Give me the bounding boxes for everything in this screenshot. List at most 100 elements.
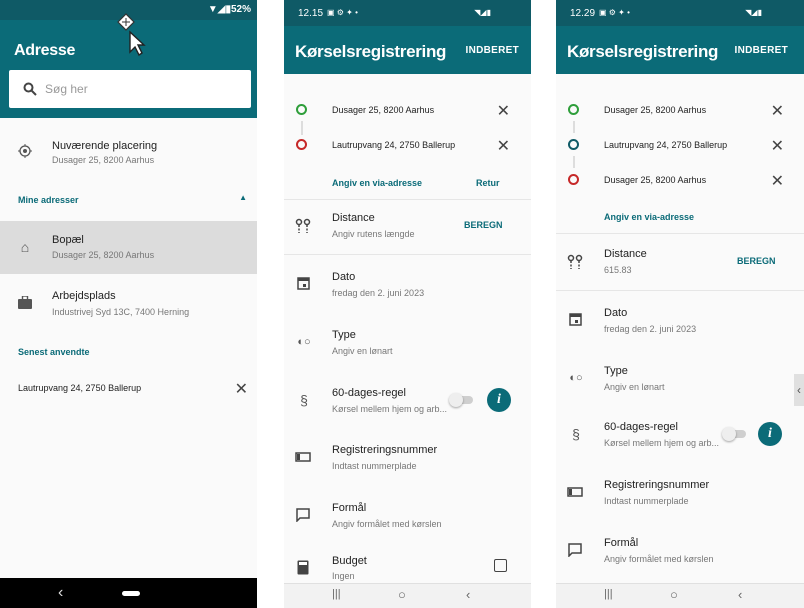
search-input[interactable]: Søg her	[45, 82, 88, 96]
rule60-row: § 60-dages-regel Kørsel mellem hjem og a…	[284, 380, 531, 420]
distance-label: Distance	[604, 248, 647, 260]
home-address: Dusager 25, 8200 Aarhus	[52, 250, 155, 260]
type-icon: ◐○	[569, 372, 583, 384]
registration-row[interactable]: Registreringsnummer Indtast nummerplade	[556, 472, 804, 512]
screen-adresse: ▼◢▮52% Adresse Søg her Nuværende placeri…	[0, 0, 257, 608]
rule60-label: 60-dages-regel	[604, 421, 678, 433]
calculate-button[interactable]: BEREGN	[464, 220, 503, 230]
paragraph-icon: §	[300, 392, 308, 408]
home-label: Bopæl	[52, 234, 84, 246]
status-bar: 12.29 ▣ ⚙ ✦ • ◥◢▮	[556, 0, 804, 26]
remove-address-icon[interactable]: ✕	[497, 101, 510, 121]
nav-recents-icon[interactable]: |||	[332, 588, 341, 600]
paragraph-icon: §	[572, 426, 580, 442]
home-address-row[interactable]: ⌂ Bopæl Dusager 25, 8200 Aarhus	[0, 221, 257, 274]
work-address-row[interactable]: Arbejdsplads Industrivej Syd 13C, 7400 H…	[0, 280, 257, 328]
submit-button[interactable]: INDBERET	[734, 45, 788, 56]
chevron-up-icon[interactable]: ▲	[239, 193, 247, 202]
side-panel-handle[interactable]: ‹	[794, 374, 804, 406]
remove-address-icon[interactable]: ✕	[771, 101, 784, 121]
my-addresses-header[interactable]: Mine adresser ▲	[0, 190, 257, 210]
nav-bar: ‹	[0, 578, 257, 608]
date-label: Dato	[604, 307, 628, 319]
app-bar: Kørselsregistrering INDBERET	[284, 26, 531, 74]
comment-icon	[568, 543, 582, 557]
type-row[interactable]: ◐○ Type Angiv en lønart	[284, 322, 531, 362]
purpose-row[interactable]: Formål Angiv formålet med kørslen	[284, 495, 531, 535]
purpose-value: Angiv formålet med kørslen	[604, 554, 714, 564]
nav-home-icon[interactable]: ○	[670, 587, 678, 602]
search-box[interactable]: Søg her	[9, 70, 251, 108]
divider	[284, 254, 531, 255]
page-title: Adresse	[14, 42, 76, 59]
divider	[556, 233, 804, 234]
budget-value: Ingen	[332, 571, 355, 581]
date-value: fredag den 2. juni 2023	[604, 324, 697, 334]
info-icon[interactable]: i	[487, 388, 511, 412]
registration-value: Indtast nummerplade	[332, 461, 417, 471]
route-via-row[interactable]: Lautrupvang 24, 2750 Ballerup ✕	[556, 133, 804, 157]
rule60-toggle[interactable]	[722, 427, 746, 441]
registration-label: Registreringsnummer	[604, 479, 710, 491]
current-location-row[interactable]: Nuværende placering Dusager 25, 8200 Aar…	[0, 130, 257, 176]
return-link[interactable]: Retur	[476, 178, 500, 188]
calculator-icon	[297, 560, 309, 575]
purpose-label: Formål	[604, 537, 639, 549]
screen-koersel-1: 12.15 ▣ ⚙ ✦ • ◥◢▮ Kørselsregistrering IN…	[284, 0, 531, 608]
date-row[interactable]: Dato fredag den 2. juni 2023	[556, 300, 804, 340]
nav-back-icon[interactable]: ‹	[58, 584, 63, 602]
status-icons-right: ◥◢▮	[745, 8, 762, 17]
route-start-row[interactable]: Dusager 25, 8200 Aarhus ✕	[556, 98, 804, 122]
date-row[interactable]: Dato fredag den 2. juni 2023	[284, 264, 531, 304]
remove-address-icon[interactable]: ✕	[771, 171, 784, 191]
remove-address-icon[interactable]: ✕	[771, 136, 784, 156]
recent-item-address: Lautrupvang 24, 2750 Ballerup	[18, 383, 142, 393]
remove-address-icon[interactable]: ✕	[497, 136, 510, 156]
rule60-row: § 60-dages-regel Kørsel mellem hjem og a…	[556, 414, 804, 454]
distance-icon	[295, 218, 311, 233]
start-marker-icon	[568, 104, 579, 115]
rule60-toggle[interactable]	[449, 393, 473, 407]
license-plate-icon	[567, 487, 583, 497]
distance-row[interactable]: Distance Angiv rutens længde BEREGN	[284, 206, 531, 246]
page-title: Kørselsregistrering	[295, 42, 447, 61]
calculate-button[interactable]: BEREGN	[737, 256, 776, 266]
add-via-link[interactable]: Angiv en via-adresse	[604, 212, 694, 222]
route-start-row[interactable]: Dusager 25, 8200 Aarhus ✕	[284, 98, 531, 122]
type-row[interactable]: ◐○ Type Angiv en lønart	[556, 358, 804, 398]
route-address: Dusager 25, 8200 Aarhus	[604, 105, 707, 115]
route-connector	[573, 121, 575, 133]
remove-recent-icon[interactable]: ✕	[235, 379, 248, 399]
purpose-row[interactable]: Formål Angiv formålet med kørslen	[556, 530, 804, 570]
nav-home-icon[interactable]: ○	[398, 587, 406, 602]
status-time: 12.15	[298, 8, 324, 19]
add-via-link[interactable]: Angiv en via-adresse	[332, 178, 422, 188]
mouse-cursor-icon	[117, 13, 146, 56]
nav-back-icon[interactable]: ‹	[738, 587, 742, 602]
toggle-knob	[722, 427, 736, 441]
route-end-row[interactable]: Lautrupvang 24, 2750 Ballerup ✕	[284, 133, 531, 157]
status-time: 12.29	[570, 8, 596, 19]
nav-back-icon[interactable]: ‹	[466, 587, 470, 602]
work-address: Industrivej Syd 13C, 7400 Herning	[52, 307, 190, 317]
nav-recents-icon[interactable]: |||	[604, 588, 613, 600]
location-target-icon	[18, 144, 32, 158]
budget-label: Budget	[332, 555, 367, 567]
registration-row[interactable]: Registreringsnummer Indtast nummerplade	[284, 437, 531, 477]
submit-button[interactable]: INDBERET	[465, 45, 519, 56]
rule60-value: Kørsel mellem hjem og arb...	[332, 404, 448, 414]
budget-row[interactable]: Budget Ingen	[284, 550, 531, 581]
recent-item[interactable]: Lautrupvang 24, 2750 Ballerup ✕	[0, 376, 257, 402]
end-marker-icon	[568, 174, 579, 185]
route-address: Lautrupvang 24, 2750 Ballerup	[604, 140, 728, 150]
nav-bar: ||| ○ ‹	[556, 583, 804, 608]
distance-label: Distance	[332, 212, 375, 224]
end-marker-icon	[296, 139, 307, 150]
distance-row[interactable]: Distance 615.83 BEREGN	[556, 242, 804, 282]
info-icon[interactable]: i	[758, 422, 782, 446]
budget-checkbox[interactable]	[494, 559, 507, 572]
type-icon: ◐○	[297, 336, 311, 348]
route-end-row[interactable]: Dusager 25, 8200 Aarhus ✕	[556, 168, 804, 192]
start-marker-icon	[296, 104, 307, 115]
nav-home-icon[interactable]	[122, 591, 140, 596]
